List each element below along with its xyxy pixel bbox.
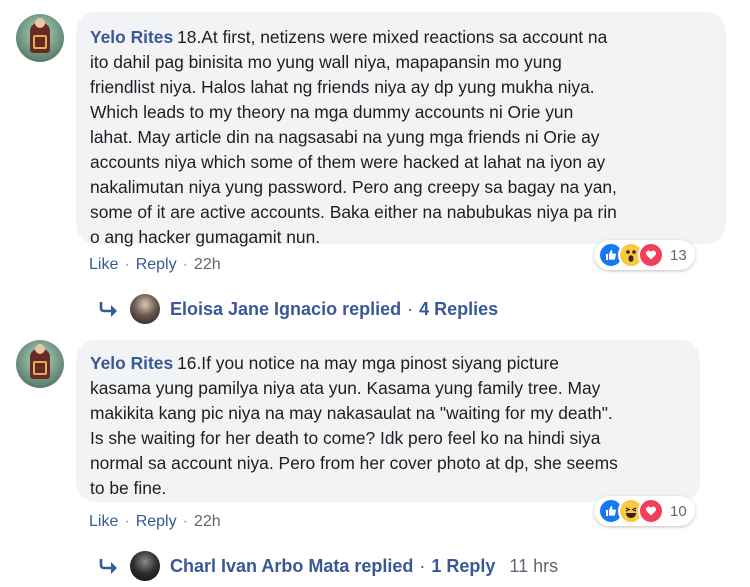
separator-dot: · [124, 513, 130, 530]
avatar[interactable] [16, 14, 64, 62]
separator-dot: · [182, 256, 188, 273]
reply-count[interactable]: 1 Reply [431, 556, 495, 577]
separator-dot: · [419, 555, 426, 576]
love-icon [638, 498, 664, 524]
comment-bubble: Yelo Rites 16.If you notice na may mga pi… [76, 340, 700, 502]
reaction-count: 13 [670, 246, 687, 264]
replier-avatar [130, 294, 160, 324]
replier-name[interactable]: Charl Ivan Arbo Mata replied [170, 556, 413, 577]
reactions-summary[interactable]: 13 [594, 240, 695, 270]
reactions-summary[interactable]: 10 [594, 496, 695, 526]
replier-name[interactable]: Eloisa Jane Ignacio replied [170, 299, 401, 320]
separator-dot: · [124, 256, 130, 273]
love-icon [638, 242, 664, 268]
like-button[interactable]: Like [89, 513, 118, 531]
separator-dot: · [407, 298, 414, 319]
avatar-figure [30, 18, 50, 53]
comment-time[interactable]: 22h [194, 256, 221, 274]
reply-time: 11 hrs [509, 555, 559, 576]
comment-text: 18.At first, netizens were mixed reactio… [90, 27, 617, 247]
view-replies-link[interactable]: Eloisa Jane Ignacio replied · 4 Replies [98, 294, 498, 324]
reply-arrow-icon [99, 559, 117, 574]
like-button[interactable]: Like [89, 256, 118, 274]
comment-bubble: Yelo Rites 18.At first, netizens were mix… [76, 12, 726, 247]
reply-arrow-icon [99, 302, 117, 317]
comment-time[interactable]: 22h [194, 513, 221, 531]
comment-author[interactable]: Yelo Rites [90, 27, 173, 47]
avatar[interactable] [16, 340, 64, 388]
avatar-figure [30, 344, 50, 379]
reply-count[interactable]: 4 Replies [419, 299, 498, 320]
comment-text: 16.If you notice na may mga pinost siyan… [90, 353, 618, 498]
view-replies-link[interactable]: Charl Ivan Arbo Mata replied · 1 Reply 1… [98, 551, 558, 581]
comment-actions: Like · Reply · 22h [89, 256, 221, 274]
comment-author[interactable]: Yelo Rites [90, 353, 173, 373]
reply-button[interactable]: Reply [136, 256, 177, 274]
replier-avatar [130, 551, 160, 581]
separator-dot: · [182, 513, 188, 530]
comment-actions: Like · Reply · 22h [89, 513, 221, 531]
reaction-count: 10 [670, 502, 687, 520]
reply-button[interactable]: Reply [136, 513, 177, 531]
